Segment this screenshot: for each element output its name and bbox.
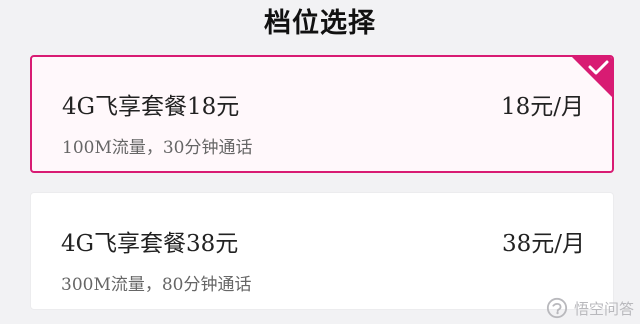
selected-check-icon: [572, 57, 612, 97]
plan-name: 4G飞享套餐38元: [61, 231, 239, 257]
plan-name: 4G飞享套餐18元: [62, 94, 240, 120]
plan-price: 38元/月: [501, 231, 585, 257]
plan-description: 100M流量，30分钟通话: [62, 138, 253, 158]
plan-card-38[interactable]: 4G飞享套餐38元 38元/月 300M流量，80分钟通话: [30, 192, 614, 310]
plan-card-18[interactable]: 4G飞享套餐18元 18元/月 100M流量，30分钟通话: [30, 55, 614, 173]
plan-description: 300M流量，80分钟通话: [61, 275, 252, 295]
page-title: 档位选择: [264, 8, 376, 39]
watermark: 悟空问答: [546, 297, 634, 319]
wukong-logo-icon: [546, 297, 568, 319]
watermark-text: 悟空问答: [573, 299, 634, 318]
